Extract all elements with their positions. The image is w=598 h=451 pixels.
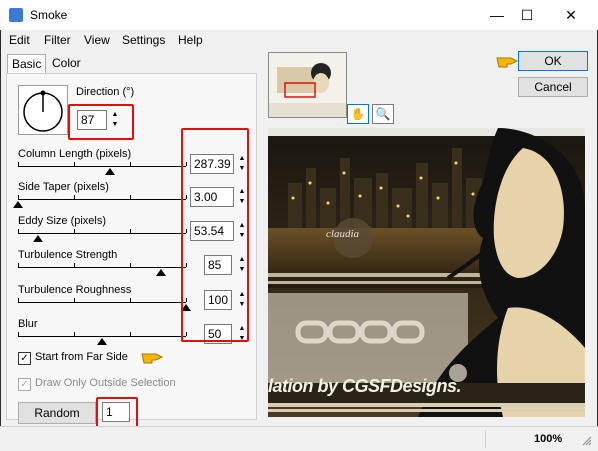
app-icon bbox=[9, 8, 23, 22]
param-label: Eddy Size (pixels) bbox=[18, 215, 107, 227]
preview-credit: lation by CGSFDesigns. bbox=[268, 376, 462, 396]
spin-up-icon[interactable]: ▲ bbox=[110, 110, 120, 120]
preview-canvas[interactable]: claudia lation by CGSFDesigns. bbox=[268, 128, 585, 417]
slider-tick bbox=[74, 162, 75, 166]
preview-image bbox=[268, 128, 585, 417]
param-label: Turbulence Roughness bbox=[18, 284, 132, 296]
ok-button[interactable]: OK bbox=[518, 51, 588, 71]
slider-tick bbox=[18, 263, 19, 267]
slider-tick bbox=[130, 332, 131, 336]
slider-tick bbox=[130, 263, 131, 267]
window-title: Smoke bbox=[30, 8, 68, 22]
param-label: Column Length (pixels) bbox=[18, 148, 132, 160]
spin-down-icon[interactable]: ▼ bbox=[110, 120, 120, 130]
param-slider-thumb[interactable] bbox=[13, 201, 23, 208]
slider-tick bbox=[130, 195, 131, 199]
param-slider-track[interactable] bbox=[18, 199, 186, 200]
slider-tick bbox=[74, 229, 75, 233]
param-slider-thumb[interactable] bbox=[156, 269, 166, 276]
direction-dial[interactable] bbox=[18, 85, 68, 135]
draw-outside-label: Draw Only Outside Selection bbox=[35, 377, 176, 389]
slider-tick bbox=[18, 195, 19, 199]
minimize-button[interactable]: — bbox=[482, 4, 512, 26]
slider-tick bbox=[18, 162, 19, 166]
pan-tool-icon[interactable]: ✋ bbox=[347, 104, 369, 124]
slider-tick bbox=[130, 298, 131, 302]
tab-color[interactable]: Color bbox=[48, 54, 85, 72]
slider-tick bbox=[18, 332, 19, 336]
menu-help[interactable]: Help bbox=[178, 33, 203, 47]
status-bar: 100% bbox=[0, 426, 598, 451]
preview-watermark: claudia bbox=[326, 228, 359, 240]
slider-tick bbox=[74, 298, 75, 302]
slider-tick bbox=[130, 162, 131, 166]
param-slider-track[interactable] bbox=[18, 166, 186, 167]
slider-tick bbox=[74, 263, 75, 267]
param-label: Turbulence Strength bbox=[18, 249, 118, 261]
cancel-button[interactable]: Cancel bbox=[518, 77, 588, 97]
dial-graphic bbox=[23, 90, 63, 132]
menu-settings[interactable]: Settings bbox=[122, 33, 165, 47]
navigator-thumbnail[interactable] bbox=[268, 52, 347, 118]
slider-tick bbox=[18, 229, 19, 233]
menu-filter[interactable]: Filter bbox=[44, 33, 71, 47]
zoom-level: 100% bbox=[534, 433, 563, 445]
slider-tick bbox=[74, 195, 75, 199]
param-slider-thumb[interactable] bbox=[97, 338, 107, 345]
status-divider bbox=[485, 430, 486, 448]
thumbnail-image bbox=[269, 53, 346, 117]
title-bar: Smoke — ☐ ✕ bbox=[0, 0, 598, 30]
draw-outside-checkbox[interactable]: ✓ bbox=[18, 378, 31, 391]
close-button[interactable]: ✕ bbox=[556, 4, 586, 26]
param-slider-track[interactable] bbox=[18, 302, 186, 303]
zoom-tool-icon[interactable]: 🔍 bbox=[372, 104, 394, 124]
param-slider-thumb[interactable] bbox=[33, 235, 43, 242]
menu-view[interactable]: View bbox=[84, 33, 110, 47]
start-far-side-label[interactable]: Start from Far Side bbox=[35, 351, 128, 363]
slider-tick bbox=[74, 332, 75, 336]
values-highlight bbox=[181, 128, 249, 342]
start-far-side-checkbox[interactable]: ✓ bbox=[18, 352, 31, 365]
direction-input[interactable]: 87 bbox=[77, 110, 107, 130]
tab-basic[interactable]: Basic bbox=[7, 54, 47, 73]
direction-spinner[interactable]: ▲ ▼ bbox=[110, 110, 120, 130]
slider-tick bbox=[18, 298, 19, 302]
random-seed-input[interactable]: 1 bbox=[102, 402, 130, 422]
param-slider-track[interactable] bbox=[18, 336, 186, 337]
maximize-button[interactable]: ☐ bbox=[512, 4, 542, 26]
param-slider-thumb[interactable] bbox=[105, 168, 115, 175]
random-seed-button[interactable]: Random Seed bbox=[18, 402, 96, 440]
param-label: Blur bbox=[18, 318, 38, 330]
param-label: Side Taper (pixels) bbox=[18, 181, 109, 193]
param-slider-track[interactable] bbox=[18, 233, 186, 234]
resize-grip-icon[interactable] bbox=[582, 435, 592, 446]
param-slider-track[interactable] bbox=[18, 267, 186, 268]
menu-edit[interactable]: Edit bbox=[9, 33, 30, 47]
slider-tick bbox=[130, 229, 131, 233]
pointing-hand-icon bbox=[141, 353, 164, 364]
direction-label: Direction (°) bbox=[76, 86, 135, 98]
